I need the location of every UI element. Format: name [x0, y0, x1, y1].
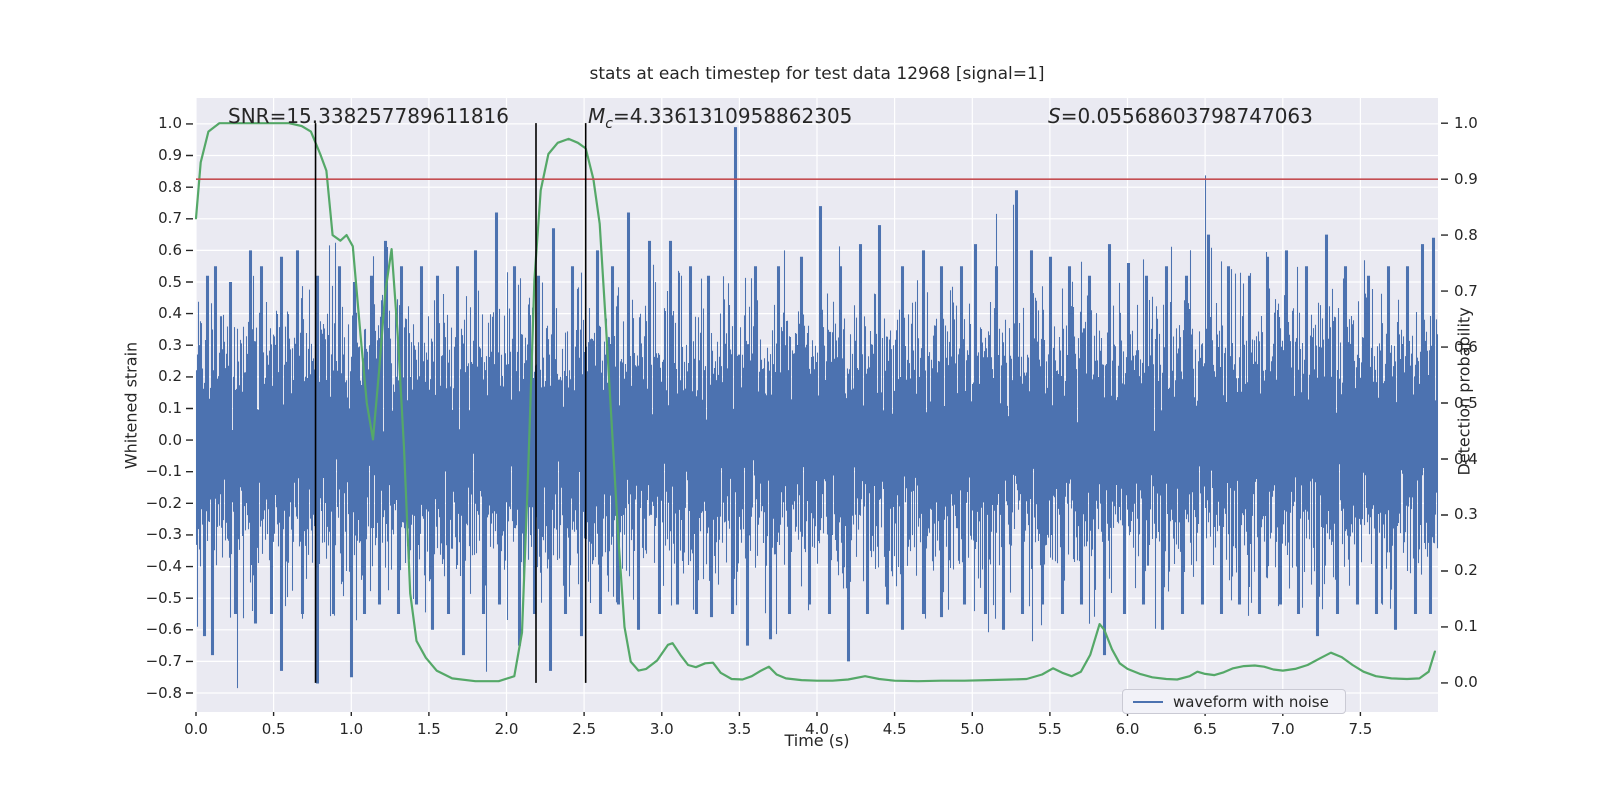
- annotation-mc-value: =4.3361310958862305: [612, 104, 853, 128]
- figure: stats at each timestep for test data 129…: [0, 0, 1600, 800]
- annotation-s-value: =0.05568603798747063: [1060, 104, 1313, 128]
- y-left-tick-1.0: 1.0: [158, 114, 182, 133]
- x-tick-7.5: 7.5: [1348, 720, 1373, 738]
- y-right-tick-0.8: 0.8: [1454, 225, 1478, 244]
- annotation-s-label: S: [1048, 104, 1061, 128]
- y-left-tick-−0.3: −0.3: [145, 525, 182, 544]
- y-left-tick-−0.6: −0.6: [145, 620, 182, 639]
- annotation-snr-label: SNR: [228, 104, 270, 128]
- annotation-mc-label: M: [588, 104, 606, 128]
- annotation-snr-value: =15.338257789611816: [269, 104, 509, 128]
- y-right-tick-0.1: 0.1: [1454, 617, 1478, 636]
- x-tick-6.5: 6.5: [1193, 720, 1218, 738]
- y-right-tick-0.4: 0.4: [1454, 449, 1478, 468]
- y-left-tick-0.5: 0.5: [158, 272, 182, 291]
- y-left-tick-0.9: 0.9: [158, 146, 182, 165]
- annotation-s: S=0.05568603798747063: [1048, 104, 1313, 128]
- y-left-tick-−0.5: −0.5: [145, 588, 182, 607]
- x-tick-2.5: 2.5: [572, 720, 597, 738]
- x-tick-3.5: 3.5: [727, 720, 752, 738]
- x-tick-5.5: 5.5: [1037, 720, 1062, 738]
- y-left-tick-0.4: 0.4: [158, 304, 182, 323]
- x-tick-3.0: 3.0: [649, 720, 674, 738]
- annotation-snr: SNR=15.338257789611816: [228, 104, 509, 128]
- y-left-tick-−0.1: −0.1: [145, 462, 182, 481]
- x-tick-2.0: 2.0: [494, 720, 519, 738]
- annotation-mc-sub: c: [605, 116, 613, 132]
- y-left-tick-0.6: 0.6: [158, 240, 182, 259]
- y-left-tick-−0.8: −0.8: [145, 683, 182, 702]
- y-left-tick-0.2: 0.2: [158, 367, 182, 386]
- legend-waveform-line-swatch: [1133, 700, 1163, 703]
- x-tick-7.0: 7.0: [1270, 720, 1295, 738]
- y-left-tick-0.3: 0.3: [158, 335, 182, 354]
- y-left-tick-−0.4: −0.4: [145, 557, 182, 576]
- x-tick-1.5: 1.5: [416, 720, 441, 738]
- y-left-tick-0.7: 0.7: [158, 209, 182, 228]
- x-tick-6.0: 6.0: [1115, 720, 1140, 738]
- legend-label: waveform with noise: [1173, 692, 1329, 711]
- y-left-tick-0.0: 0.0: [158, 430, 182, 449]
- x-tick-0.0: 0.0: [184, 720, 208, 738]
- y-right-tick-0.7: 0.7: [1454, 281, 1478, 300]
- x-tick-0.5: 0.5: [261, 720, 286, 738]
- y-right-tick-0.6: 0.6: [1454, 337, 1478, 356]
- chart-title: stats at each timestep for test data 129…: [589, 64, 1045, 84]
- y-axis-left-label: Whitened strain: [121, 341, 141, 470]
- y-right-tick-0.0: 0.0: [1454, 673, 1478, 692]
- y-right-tick-0.3: 0.3: [1454, 505, 1478, 524]
- y-right-tick-0.5: 0.5: [1454, 393, 1478, 412]
- y-right-tick-0.9: 0.9: [1454, 169, 1478, 188]
- y-left-tick-−0.7: −0.7: [145, 651, 182, 670]
- x-tick-4.0: 4.0: [805, 720, 829, 738]
- x-tick-1.0: 1.0: [339, 720, 364, 738]
- x-tick-4.5: 4.5: [882, 720, 907, 738]
- y-left-tick-−0.2: −0.2: [145, 493, 182, 512]
- y-left-tick-0.1: 0.1: [158, 398, 182, 417]
- x-tick-5.0: 5.0: [960, 720, 985, 738]
- legend: waveform with noise: [1122, 689, 1346, 714]
- y-left-tick-0.8: 0.8: [158, 177, 182, 196]
- annotation-mc: Mc=4.3361310958862305: [588, 104, 852, 132]
- y-right-tick-0.2: 0.2: [1454, 561, 1478, 580]
- y-right-tick-1.0: 1.0: [1454, 113, 1478, 132]
